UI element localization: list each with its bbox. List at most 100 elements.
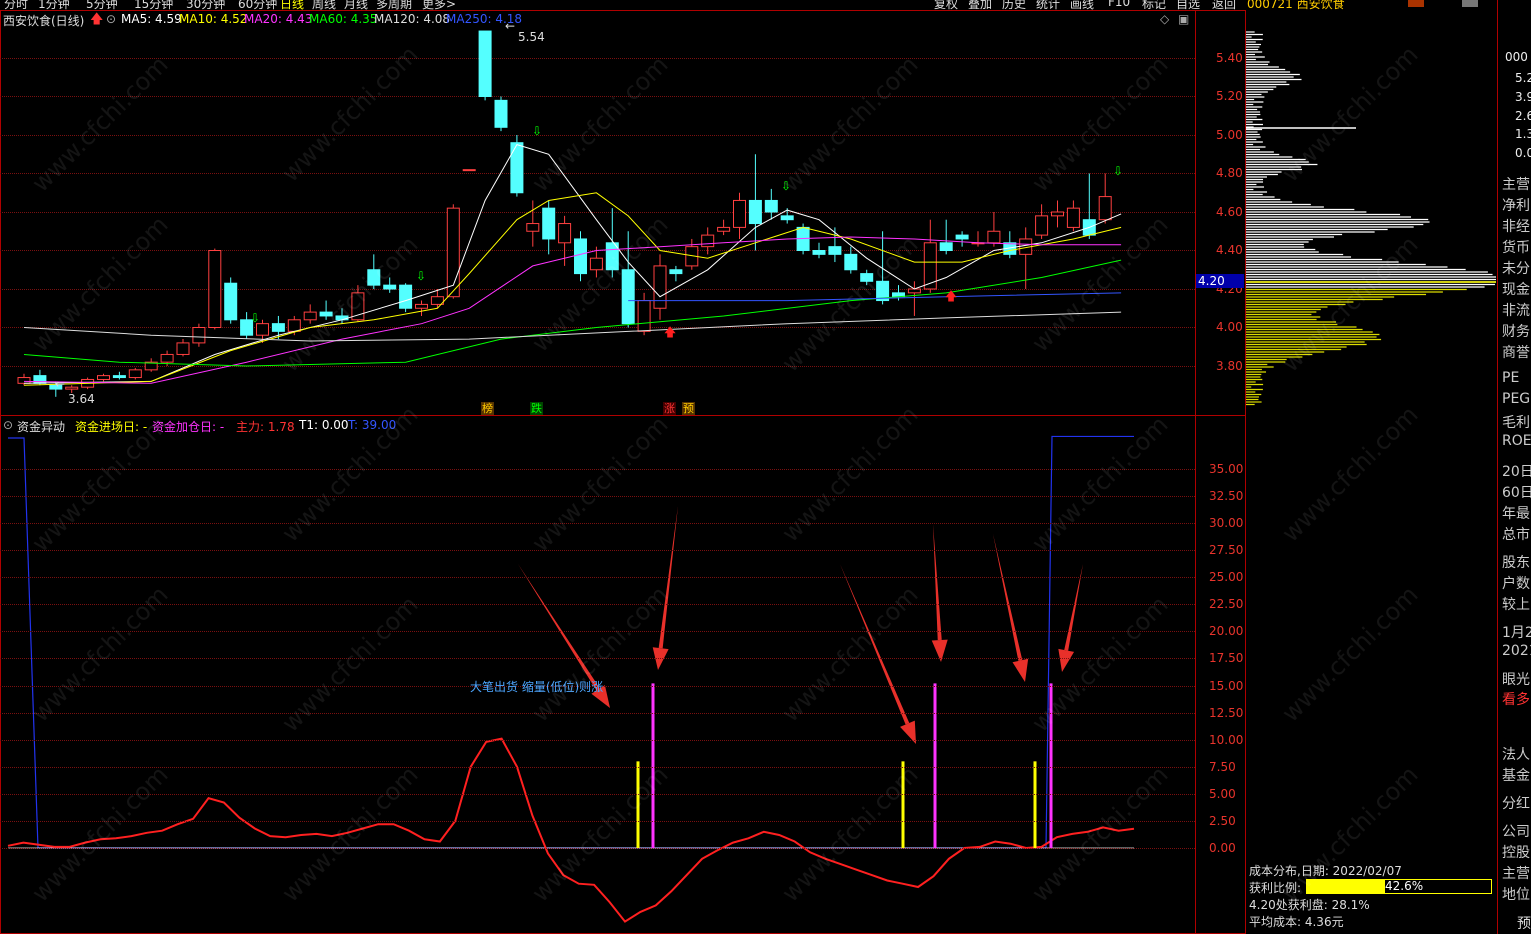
back-button[interactable]: 返回 bbox=[1212, 0, 1236, 10]
current-price-badge: 4.20 bbox=[1196, 274, 1244, 288]
tab-weekly[interactable]: 周线 bbox=[312, 0, 336, 10]
profit-at-price: 4.20处获利盘: 28.1% bbox=[1249, 898, 1370, 912]
sidebar-item[interactable]: 主营 bbox=[1502, 174, 1530, 194]
candle-body bbox=[510, 142, 524, 194]
sidebar-item[interactable]: 货币 bbox=[1502, 237, 1530, 257]
profit-ratio-fill bbox=[1307, 880, 1386, 893]
sidebar-item[interactable]: 主营 bbox=[1502, 863, 1530, 883]
low-price-label: 3.64 bbox=[68, 392, 95, 406]
tab-15min[interactable]: 15分钟 bbox=[134, 0, 173, 10]
tab-monthly[interactable]: 月线 bbox=[344, 0, 368, 10]
sidebar-item[interactable]: 未分 bbox=[1502, 258, 1530, 278]
indicator-tick: 22.50 bbox=[1209, 597, 1244, 612]
tab-60min[interactable]: 60分钟 bbox=[238, 0, 277, 10]
f10-button[interactable]: F10 bbox=[1108, 0, 1130, 9]
candle-body bbox=[669, 269, 683, 275]
sidebar-item[interactable]: 20日 bbox=[1502, 461, 1531, 481]
sidebar-item[interactable]: 较上 bbox=[1502, 594, 1530, 614]
sidebar-item[interactable]: PE bbox=[1502, 370, 1519, 386]
candle-body bbox=[415, 303, 428, 309]
sidebar-item[interactable]: 分红 bbox=[1502, 793, 1530, 813]
signal-arrow-icon: ← bbox=[505, 19, 515, 33]
sidebar-item[interactable]: 年最 bbox=[1502, 503, 1530, 523]
sidebar-bottom-button[interactable]: 预 bbox=[1517, 913, 1531, 933]
candle-body bbox=[812, 250, 826, 255]
sidebar-item[interactable]: 控股 bbox=[1502, 842, 1530, 862]
tab-1min[interactable]: 1分钟 bbox=[38, 0, 70, 10]
tool-icon[interactable] bbox=[1408, 0, 1424, 7]
sidebar-item[interactable]: 1月2 bbox=[1502, 622, 1531, 642]
indicator-tick: 25.00 bbox=[1209, 570, 1244, 585]
sidebar-number: 1.3 bbox=[1515, 127, 1531, 141]
tab-more[interactable]: 更多> bbox=[422, 0, 456, 10]
statistics-button[interactable]: 统计 bbox=[1036, 0, 1060, 10]
tab-30min[interactable]: 30分钟 bbox=[186, 0, 225, 10]
sidebar-item[interactable]: 商誉 bbox=[1502, 342, 1530, 362]
signal-arrow-icon: ⇩ bbox=[250, 311, 260, 325]
sidebar-item[interactable]: ROE bbox=[1502, 433, 1531, 449]
overlay-button[interactable]: 叠加 bbox=[968, 0, 992, 10]
sidebar-item[interactable]: 眼光 bbox=[1502, 669, 1530, 689]
sidebar-number: 0.0 bbox=[1515, 146, 1531, 160]
sidebar-item[interactable]: 股东 bbox=[1502, 552, 1530, 572]
indicator-gridline bbox=[0, 848, 1195, 849]
candle-body bbox=[224, 282, 238, 321]
sidebar-item[interactable]: 毛利 bbox=[1502, 412, 1530, 432]
candle-body bbox=[1098, 196, 1112, 221]
watchlist-button[interactable]: 自选 bbox=[1176, 0, 1200, 10]
candle-body bbox=[208, 250, 222, 328]
candle-body bbox=[176, 342, 190, 355]
sidebar-item[interactable]: 非经 bbox=[1502, 216, 1530, 236]
tab-daily[interactable]: 日线 bbox=[280, 0, 304, 10]
history-button[interactable]: 历史 bbox=[1002, 0, 1026, 10]
indicator-tick: 27.50 bbox=[1209, 543, 1244, 558]
candle-body bbox=[478, 30, 492, 97]
sidebar-item[interactable]: 现金 bbox=[1502, 279, 1530, 299]
sidebar-item[interactable]: 看多 bbox=[1502, 689, 1530, 709]
chip-distribution-chart bbox=[1246, 31, 1496, 406]
indicator-tick: 12.50 bbox=[1209, 705, 1244, 720]
draw-line-button[interactable]: 画线 bbox=[1070, 0, 1094, 10]
signal-bar bbox=[901, 761, 905, 848]
candle-body bbox=[733, 199, 746, 228]
indicator-gridline bbox=[0, 604, 1195, 606]
tab-multi-period[interactable]: 多周期 bbox=[376, 0, 412, 10]
restore-rights-button[interactable]: 复权 bbox=[934, 0, 958, 10]
candle-body bbox=[701, 234, 715, 248]
sidebar-item[interactable]: 净利 bbox=[1502, 195, 1530, 215]
signal-bar bbox=[636, 761, 640, 848]
sidebar-number: 2.6 bbox=[1515, 109, 1531, 123]
marker-die: 跌 bbox=[530, 402, 543, 415]
sidebar-item[interactable]: 非流 bbox=[1502, 300, 1530, 320]
candle-body bbox=[987, 230, 1001, 244]
candle-body bbox=[287, 319, 301, 332]
sidebar-item[interactable]: 地位 bbox=[1502, 884, 1530, 904]
sidebar-item[interactable]: 总市 bbox=[1502, 524, 1530, 544]
indicator-gridline bbox=[0, 496, 1195, 498]
sidebar-item[interactable]: 法人 bbox=[1502, 744, 1530, 764]
ma-line-4 bbox=[23, 311, 1122, 342]
indicator-tick: 10.00 bbox=[1209, 732, 1244, 747]
window-icon[interactable] bbox=[1462, 0, 1478, 7]
sidebar-divider bbox=[1497, 0, 1498, 934]
signal-arrow-icon: ⇩ bbox=[781, 179, 791, 193]
sidebar-item[interactable]: PEG bbox=[1502, 391, 1530, 407]
sidebar-item[interactable]: 60日 bbox=[1502, 482, 1531, 502]
candle-body bbox=[1035, 215, 1049, 236]
candle-body bbox=[955, 234, 969, 240]
sidebar-item[interactable]: 财务 bbox=[1502, 321, 1530, 341]
mark-button[interactable]: 标记 bbox=[1142, 0, 1166, 10]
indicator-tick: 17.50 bbox=[1209, 651, 1244, 666]
watermark: www.cfchi.com bbox=[1276, 400, 1424, 548]
indicator-tick: 15.00 bbox=[1209, 678, 1244, 693]
tab-fenshi[interactable]: 分时 bbox=[4, 0, 28, 10]
sidebar-item[interactable]: 公司 bbox=[1502, 821, 1530, 841]
candle-body bbox=[335, 315, 349, 321]
marker-zhang: 涨 bbox=[663, 402, 676, 415]
tab-5min[interactable]: 5分钟 bbox=[86, 0, 118, 10]
sidebar-item[interactable]: 户数 bbox=[1502, 573, 1530, 593]
candle-body bbox=[192, 327, 206, 344]
sidebar-item[interactable]: 基金 bbox=[1502, 765, 1530, 785]
sidebar-item[interactable]: 2021 bbox=[1502, 643, 1531, 659]
indicator-gridline bbox=[0, 523, 1195, 525]
